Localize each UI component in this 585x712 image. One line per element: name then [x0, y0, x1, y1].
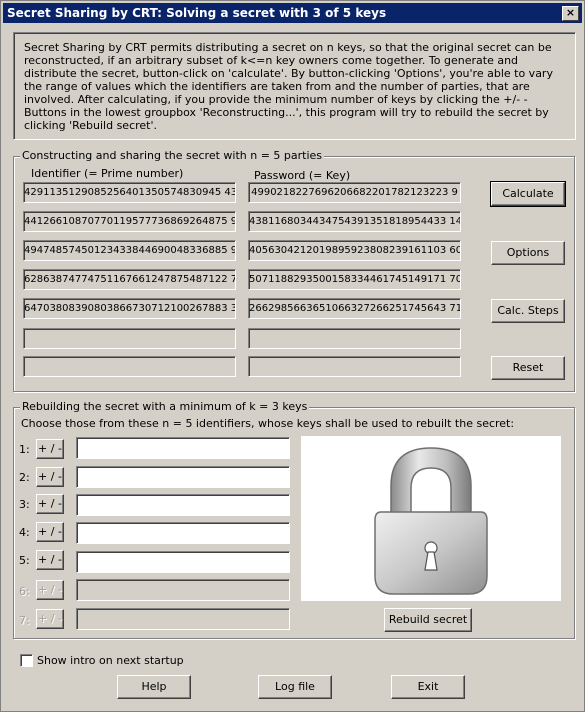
row-label-6: 6:: [19, 585, 30, 598]
exit-button[interactable]: Exit: [391, 675, 465, 699]
key-input-3[interactable]: [76, 494, 290, 516]
rebuild-secret-button[interactable]: Rebuild secret: [384, 608, 472, 632]
password-field-7[interactable]: [248, 356, 461, 377]
identifier-field-5[interactable]: 64703808390803866730712100267883 3: [23, 298, 236, 319]
reset-button[interactable]: Reset: [491, 356, 565, 380]
row-label-3: 3:: [19, 498, 30, 511]
password-field-5[interactable]: 2662985663651066327266251745643 71: [248, 298, 461, 319]
password-field-6[interactable]: [248, 328, 461, 349]
password-field-4[interactable]: 5071188293500158334461745149171 70: [248, 269, 461, 290]
key-input-6[interactable]: [76, 579, 290, 601]
constructing-legend: Constructing and sharing the secret with…: [20, 149, 325, 162]
intro-text: Secret Sharing by CRT permits distributi…: [24, 41, 553, 132]
identifier-field-4[interactable]: 62863874774751167661247875487122 7: [23, 269, 236, 290]
toggle-button-7[interactable]: + / -: [36, 609, 64, 629]
intro-box: Secret Sharing by CRT permits distributi…: [13, 32, 576, 140]
close-button[interactable]: ×: [562, 6, 579, 21]
help-button[interactable]: Help: [117, 675, 191, 699]
toggle-button-6[interactable]: + / -: [36, 580, 64, 600]
key-input-4[interactable]: [76, 522, 290, 544]
show-intro-label: Show intro on next startup: [37, 654, 184, 667]
identifier-field-3[interactable]: 49474857450123433844690048336885 9: [23, 240, 236, 261]
main-window: Secret Sharing by CRT: Solving a secret …: [0, 0, 585, 712]
identifier-field-7[interactable]: [23, 356, 236, 377]
password-field-1[interactable]: 4990218227696206682201782123223 9: [248, 182, 461, 203]
key-input-2[interactable]: [76, 466, 290, 488]
lock-image-panel: [301, 436, 561, 601]
password-header: Password (= Key): [254, 169, 351, 182]
row-label-4: 4:: [19, 526, 30, 539]
row-label-2: 2:: [19, 471, 30, 484]
show-intro-checkbox[interactable]: [20, 654, 33, 667]
password-field-3[interactable]: 4056304212019895923808239161103 60: [248, 240, 461, 261]
password-field-2[interactable]: 4381168034434754391351818954433 14: [248, 211, 461, 232]
toggle-button-4[interactable]: + / -: [36, 522, 64, 542]
identifier-field-1[interactable]: 4291135129085256401350574830945 43: [23, 182, 236, 203]
rebuilding-legend: Rebuilding the secret with a minimum of …: [20, 400, 310, 413]
calc-steps-button[interactable]: Calc. Steps: [491, 299, 565, 323]
title-bar: Secret Sharing by CRT: Solving a secret …: [3, 3, 582, 23]
rebuilding-instruction: Choose those from these n = 5 identifier…: [21, 417, 515, 430]
row-label-7: 7:: [19, 614, 30, 627]
toggle-button-1[interactable]: + / -: [36, 439, 64, 459]
calculate-button[interactable]: Calculate: [490, 181, 566, 207]
identifier-header: Identifier (= Prime number): [31, 167, 184, 180]
padlock-icon: [374, 447, 488, 595]
toggle-button-5[interactable]: + / -: [36, 550, 64, 570]
key-input-7[interactable]: [76, 608, 290, 630]
row-label-1: 1:: [19, 443, 30, 456]
toggle-button-3[interactable]: + / -: [36, 494, 64, 514]
options-button[interactable]: Options: [491, 241, 565, 265]
toggle-button-2[interactable]: + / -: [36, 467, 64, 487]
key-input-5[interactable]: [76, 551, 290, 573]
row-label-5: 5:: [19, 554, 30, 567]
identifier-field-2[interactable]: 44126610870770119577736869264875 9: [23, 211, 236, 232]
identifier-field-6[interactable]: [23, 328, 236, 349]
key-input-1[interactable]: [76, 437, 290, 459]
window-title: Secret Sharing by CRT: Solving a secret …: [7, 6, 387, 20]
log-file-button[interactable]: Log file: [258, 675, 332, 699]
